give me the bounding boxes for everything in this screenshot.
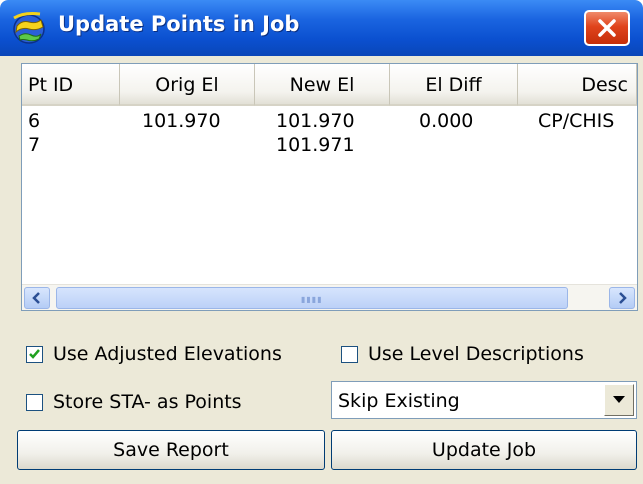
update-points-dialog: Update Points in Job Pt ID Orig El New E… (0, 0, 643, 484)
close-button[interactable] (584, 10, 630, 46)
use-adjusted-elevations-checkbox[interactable] (26, 345, 43, 363)
list-header: Pt ID Orig El New El El Diff Desc (22, 64, 637, 108)
chevron-down-icon (613, 396, 625, 403)
cell-new-el: 101.971 (276, 134, 355, 156)
store-sta-as-points-label: Store STA- as Points (53, 391, 242, 413)
grip-icon: ▮▮▮▮ (301, 295, 323, 304)
cell-orig-el: 101.970 (142, 110, 221, 132)
chevron-right-icon (619, 292, 627, 304)
use-level-descriptions-checkbox[interactable] (341, 345, 358, 363)
table-row[interactable]: 7 101.971 (22, 134, 637, 158)
title-bar[interactable]: Update Points in Job (0, 0, 643, 56)
use-level-descriptions-option[interactable]: Use Level Descriptions (341, 343, 584, 365)
store-sta-as-points-option[interactable]: Store STA- as Points (26, 391, 242, 413)
use-level-descriptions-label: Use Level Descriptions (368, 343, 584, 365)
cell-el-diff: 0.000 (419, 110, 474, 132)
save-report-button[interactable]: Save Report (17, 430, 325, 470)
column-header-new-el[interactable]: New El (255, 64, 390, 106)
existing-points-dropdown[interactable]: Skip Existing (331, 381, 637, 419)
close-icon (598, 19, 616, 37)
column-header-desc[interactable]: Desc (518, 64, 637, 106)
globe-icon (10, 10, 48, 46)
scroll-left-button[interactable] (24, 287, 50, 309)
cell-pt-id: 7 (28, 134, 41, 156)
table-row[interactable]: 6 101.970 101.970 0.000 CP/CHIS (22, 110, 637, 134)
scrollbar-thumb[interactable]: ▮▮▮▮ (56, 287, 568, 309)
column-header-el-diff[interactable]: El Diff (390, 64, 518, 106)
horizontal-scrollbar[interactable]: ▮▮▮▮ (22, 284, 637, 310)
checkmark-icon (29, 348, 40, 359)
points-list[interactable]: Pt ID Orig El New El El Diff Desc 6 101.… (21, 63, 638, 311)
dropdown-toggle-button[interactable] (604, 384, 634, 416)
column-header-orig-el[interactable]: Orig El (120, 64, 255, 106)
store-sta-as-points-checkbox[interactable] (26, 393, 43, 411)
cell-pt-id: 6 (28, 110, 41, 132)
window-title: Update Points in Job (58, 12, 300, 36)
update-job-button[interactable]: Update Job (331, 430, 637, 470)
use-adjusted-elevations-option[interactable]: Use Adjusted Elevations (26, 343, 282, 365)
chevron-left-icon (32, 292, 40, 304)
cell-desc: CP/CHIS (538, 110, 615, 132)
column-header-pt-id[interactable]: Pt ID (22, 64, 120, 106)
use-adjusted-elevations-label: Use Adjusted Elevations (53, 343, 282, 365)
scroll-right-button[interactable] (609, 287, 635, 309)
dropdown-selected-value: Skip Existing (338, 390, 460, 412)
cell-new-el: 101.970 (276, 110, 355, 132)
